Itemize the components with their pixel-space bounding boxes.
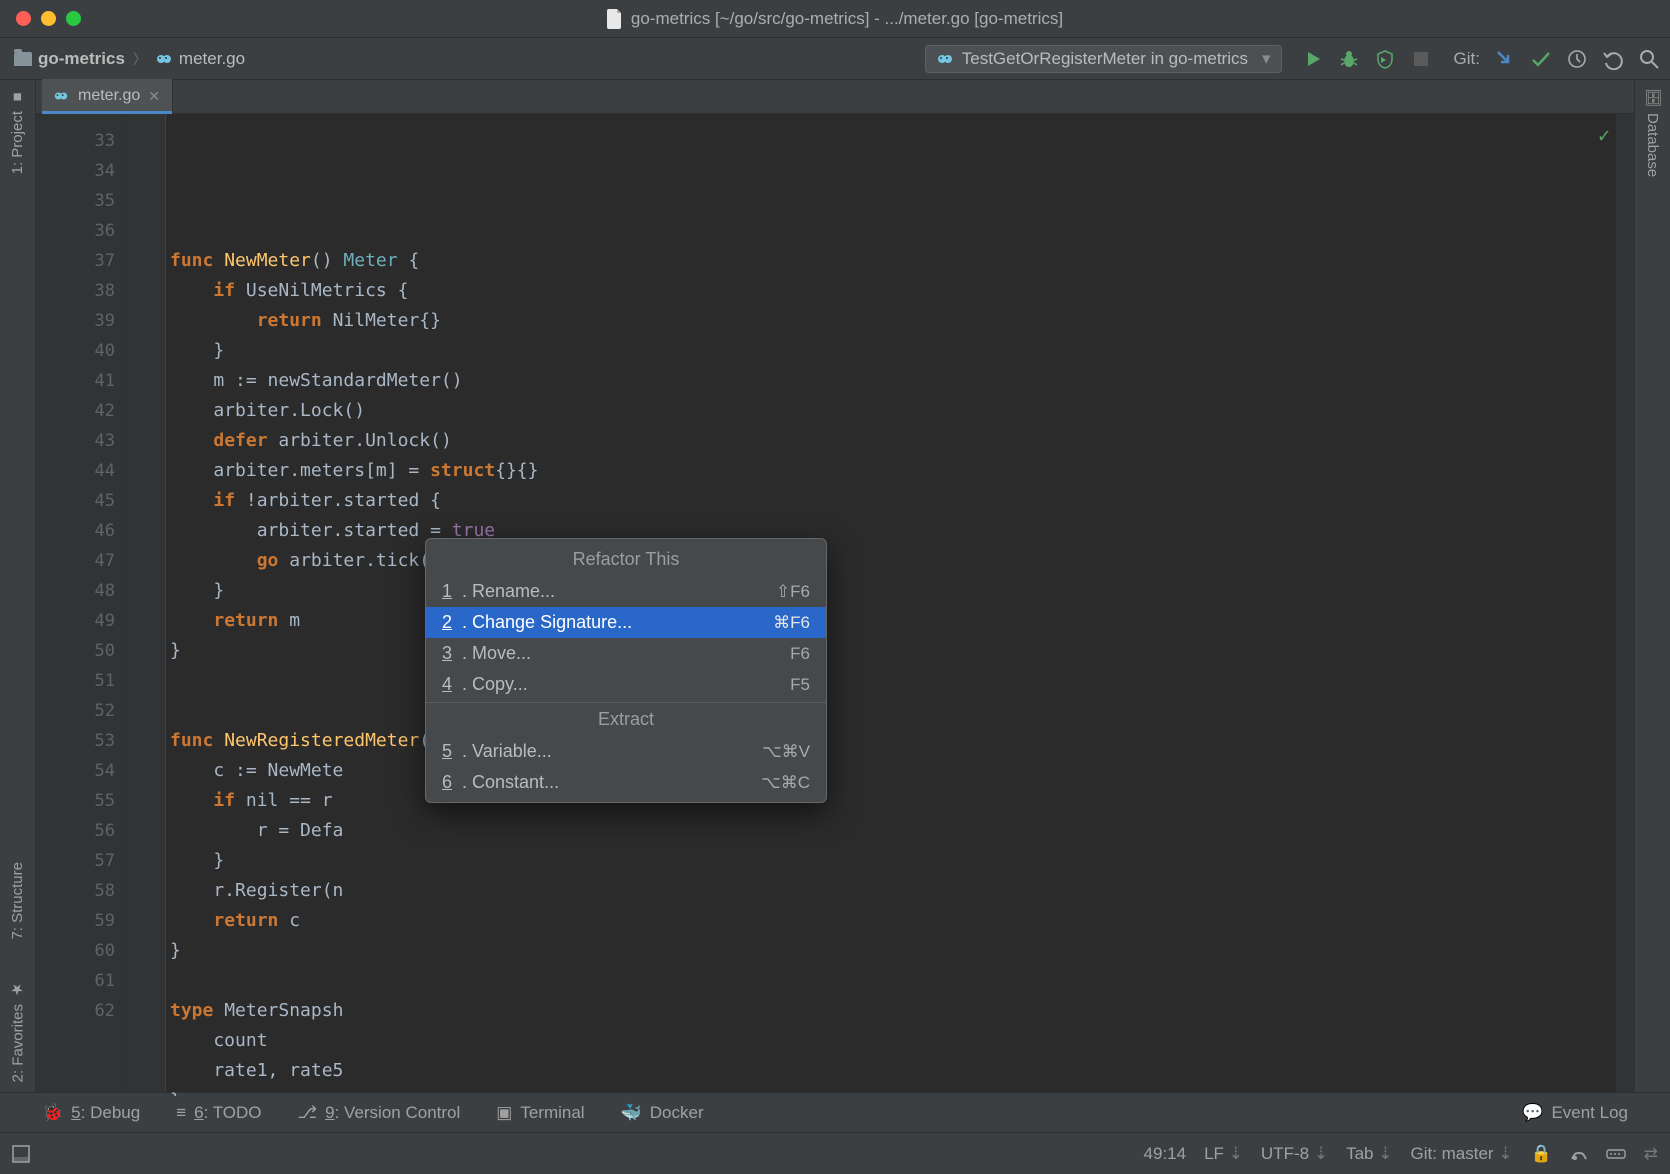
search-everywhere-button[interactable] <box>1638 48 1660 70</box>
breadcrumb: go-metrics 〉 meter.go <box>10 47 249 71</box>
goroutines-icon[interactable]: ⇄ <box>1644 1144 1658 1164</box>
tool-window-database[interactable]: 🗄 Database <box>1644 88 1662 177</box>
window-titlebar: go-metrics [~/go/src/go-metrics] - .../m… <box>0 0 1670 38</box>
tool-window-project[interactable]: 1: Project ■ <box>9 88 26 174</box>
window-minimize-button[interactable] <box>41 11 56 26</box>
lock-icon[interactable]: 🔒 <box>1531 1144 1552 1164</box>
tool-window-terminal[interactable]: ▣ Terminal <box>496 1103 584 1123</box>
navigation-toolbar: go-metrics 〉 meter.go TestGetOrRegisterM… <box>0 38 1670 80</box>
close-tab-button[interactable]: ✕ <box>148 88 160 105</box>
git-update-button[interactable] <box>1494 48 1516 70</box>
run-configuration-selector[interactable]: TestGetOrRegisterMeter in go-metrics ▾ <box>925 45 1282 73</box>
breadcrumb-file[interactable]: meter.go <box>151 47 249 71</box>
git-branch[interactable]: Git: master ⇣ <box>1410 1144 1512 1164</box>
tool-window-structure[interactable]: 7: Structure <box>9 862 26 940</box>
bug-icon: 🐞 <box>42 1103 63 1123</box>
list-icon: ≡ <box>176 1103 186 1123</box>
editor-tab-meter-go[interactable]: meter.go ✕ <box>42 79 173 113</box>
docker-icon: 🐳 <box>621 1103 642 1123</box>
refactor-option-rename[interactable]: 1. Rename...⇧F6 <box>426 576 826 607</box>
line-number-gutter: 3334353637383940414243444546474849505152… <box>36 114 126 1096</box>
refactor-option-variable[interactable]: 5. Variable...⌥⌘V <box>426 736 826 767</box>
indent-settings[interactable]: Tab ⇣ <box>1346 1144 1392 1164</box>
status-bar: 49:14 LF ⇣ UTF-8 ⇣ Tab ⇣ Git: master ⇣ 🔒… <box>0 1132 1670 1174</box>
run-with-coverage-button[interactable] <box>1374 48 1396 70</box>
inspection-ok-icon[interactable]: ✓ <box>1598 120 1610 150</box>
git-label: Git: <box>1446 49 1480 69</box>
tool-window-version-control[interactable]: ⎇ 9: Version Control <box>298 1103 461 1123</box>
right-tool-window-bar: 🗄 Database <box>1634 80 1670 1132</box>
code-editor[interactable]: 3334353637383940414243444546474849505152… <box>36 114 1634 1096</box>
chevron-right-icon: 〉 <box>131 49 149 69</box>
git-commit-button[interactable] <box>1530 48 1552 70</box>
breadcrumb-project[interactable]: go-metrics <box>10 47 129 71</box>
ide-settings-icon[interactable] <box>1570 1145 1588 1163</box>
window-title: go-metrics [~/go/src/go-metrics] - .../m… <box>0 9 1670 29</box>
debug-button[interactable] <box>1338 48 1360 70</box>
git-revert-button[interactable] <box>1602 48 1624 70</box>
fold-gutter <box>126 114 166 1096</box>
go-file-icon <box>52 87 70 105</box>
terminal-icon: ▣ <box>496 1103 512 1123</box>
tool-window-todo[interactable]: ≡ 6: TODO <box>176 1103 261 1123</box>
refactor-option-copy[interactable]: 4. Copy...F5 <box>426 669 826 700</box>
chevron-down-icon: ▾ <box>1262 49 1271 69</box>
database-icon: 🗄 <box>1644 88 1662 107</box>
stop-button <box>1410 48 1432 70</box>
code-area[interactable]: ✓ func NewMeter() Meter { if UseNilMetri… <box>166 114 1616 1096</box>
left-tool-window-bar: 1: Project ■ 7: Structure 2: Favorites ★ <box>0 80 36 1132</box>
caret-position[interactable]: 49:14 <box>1144 1144 1187 1164</box>
speech-bubble-icon: 💬 <box>1522 1103 1543 1123</box>
popup-section-extract: Extract <box>426 702 826 736</box>
star-icon: ★ <box>9 980 27 998</box>
refactor-option-constant[interactable]: 6. Constant...⌥⌘C <box>426 767 826 798</box>
tool-windows-toggle[interactable] <box>12 1145 30 1163</box>
refactor-this-popup: Refactor This 1. Rename...⇧F62. Change S… <box>425 538 827 803</box>
popup-title: Refactor This <box>426 543 826 576</box>
folder-icon <box>14 52 32 66</box>
file-icon <box>607 9 623 29</box>
run-button[interactable] <box>1302 48 1324 70</box>
file-encoding[interactable]: UTF-8 ⇣ <box>1261 1144 1328 1164</box>
branch-icon: ⎇ <box>298 1103 318 1123</box>
tool-window-debug[interactable]: 🐞 5: Debug <box>42 1103 140 1123</box>
layout-icon <box>12 1145 30 1163</box>
tool-window-docker[interactable]: 🐳 Docker <box>621 1103 704 1123</box>
bottom-tool-window-bar: 🐞 5: Debug ≡ 6: TODO ⎇ 9: Version Contro… <box>0 1092 1670 1132</box>
line-separator[interactable]: LF ⇣ <box>1204 1144 1243 1164</box>
refactor-option-change-signature[interactable]: 2. Change Signature...⌘F6 <box>426 607 826 638</box>
git-history-button[interactable] <box>1566 48 1588 70</box>
go-file-icon <box>155 50 173 68</box>
window-controls <box>0 11 81 26</box>
window-close-button[interactable] <box>16 11 31 26</box>
refactor-option-move[interactable]: 3. Move...F6 <box>426 638 826 669</box>
tool-window-event-log[interactable]: 💬 Event Log <box>1522 1103 1628 1123</box>
window-maximize-button[interactable] <box>66 11 81 26</box>
editor-scroll-map[interactable] <box>1616 114 1634 1096</box>
editor-tabs: meter.go ✕ <box>36 80 1634 114</box>
tool-window-favorites[interactable]: 2: Favorites ★ <box>9 980 27 1082</box>
project-icon: ■ <box>9 88 26 105</box>
memory-indicator-icon[interactable] <box>1606 1146 1626 1162</box>
go-file-icon <box>936 50 954 68</box>
